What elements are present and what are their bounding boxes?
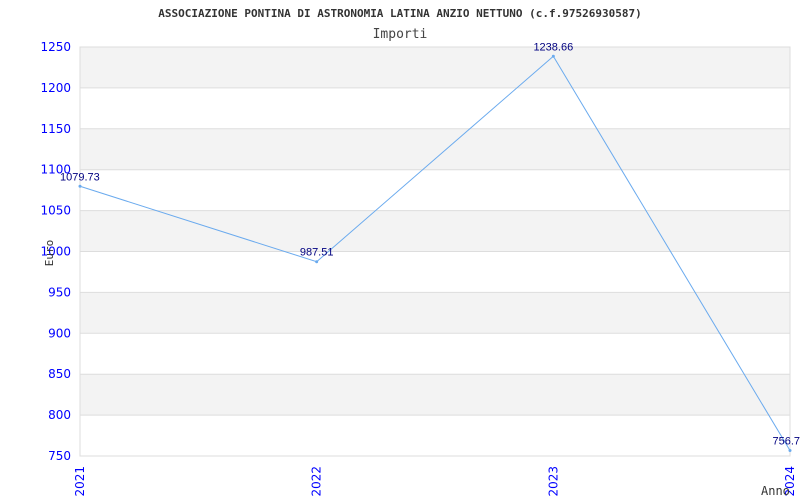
grid-band (80, 128, 790, 170)
data-point (551, 54, 555, 58)
data-point (78, 184, 82, 188)
y-tick-label: 750 (48, 449, 71, 463)
grid-band (80, 47, 790, 88)
x-tick-label: 2021 (73, 466, 87, 497)
data-label: 756.7 (772, 436, 800, 448)
y-tick-label: 1150 (40, 122, 71, 136)
y-tick-label: 900 (48, 326, 71, 340)
line-chart: ASSOCIAZIONE PONTINA DI ASTRONOMIA LATIN… (40, 7, 800, 498)
data-label: 1238.66 (533, 41, 573, 53)
x-axis-label: Anno (761, 484, 790, 498)
y-tick-label: 1250 (40, 40, 71, 54)
y-axis-label: Euro (43, 240, 56, 267)
chart-title: ASSOCIAZIONE PONTINA DI ASTRONOMIA LATIN… (158, 7, 641, 20)
data-point (788, 449, 792, 453)
grid-band (80, 292, 790, 334)
chart-subtitle: Importi (373, 27, 428, 42)
data-point (315, 260, 319, 264)
grid-band (80, 374, 790, 416)
y-tick-label: 850 (48, 367, 71, 381)
y-tick-label: 1200 (40, 81, 71, 95)
data-label: 987.51 (300, 247, 334, 259)
x-tick-label: 2022 (310, 466, 324, 497)
y-tick-label: 800 (48, 408, 71, 422)
y-tick-label: 1050 (40, 204, 71, 218)
data-label: 1079.73 (60, 171, 100, 183)
x-tick-label: 2023 (546, 466, 560, 497)
grid-band (80, 210, 790, 252)
y-tick-label: 950 (48, 285, 71, 299)
